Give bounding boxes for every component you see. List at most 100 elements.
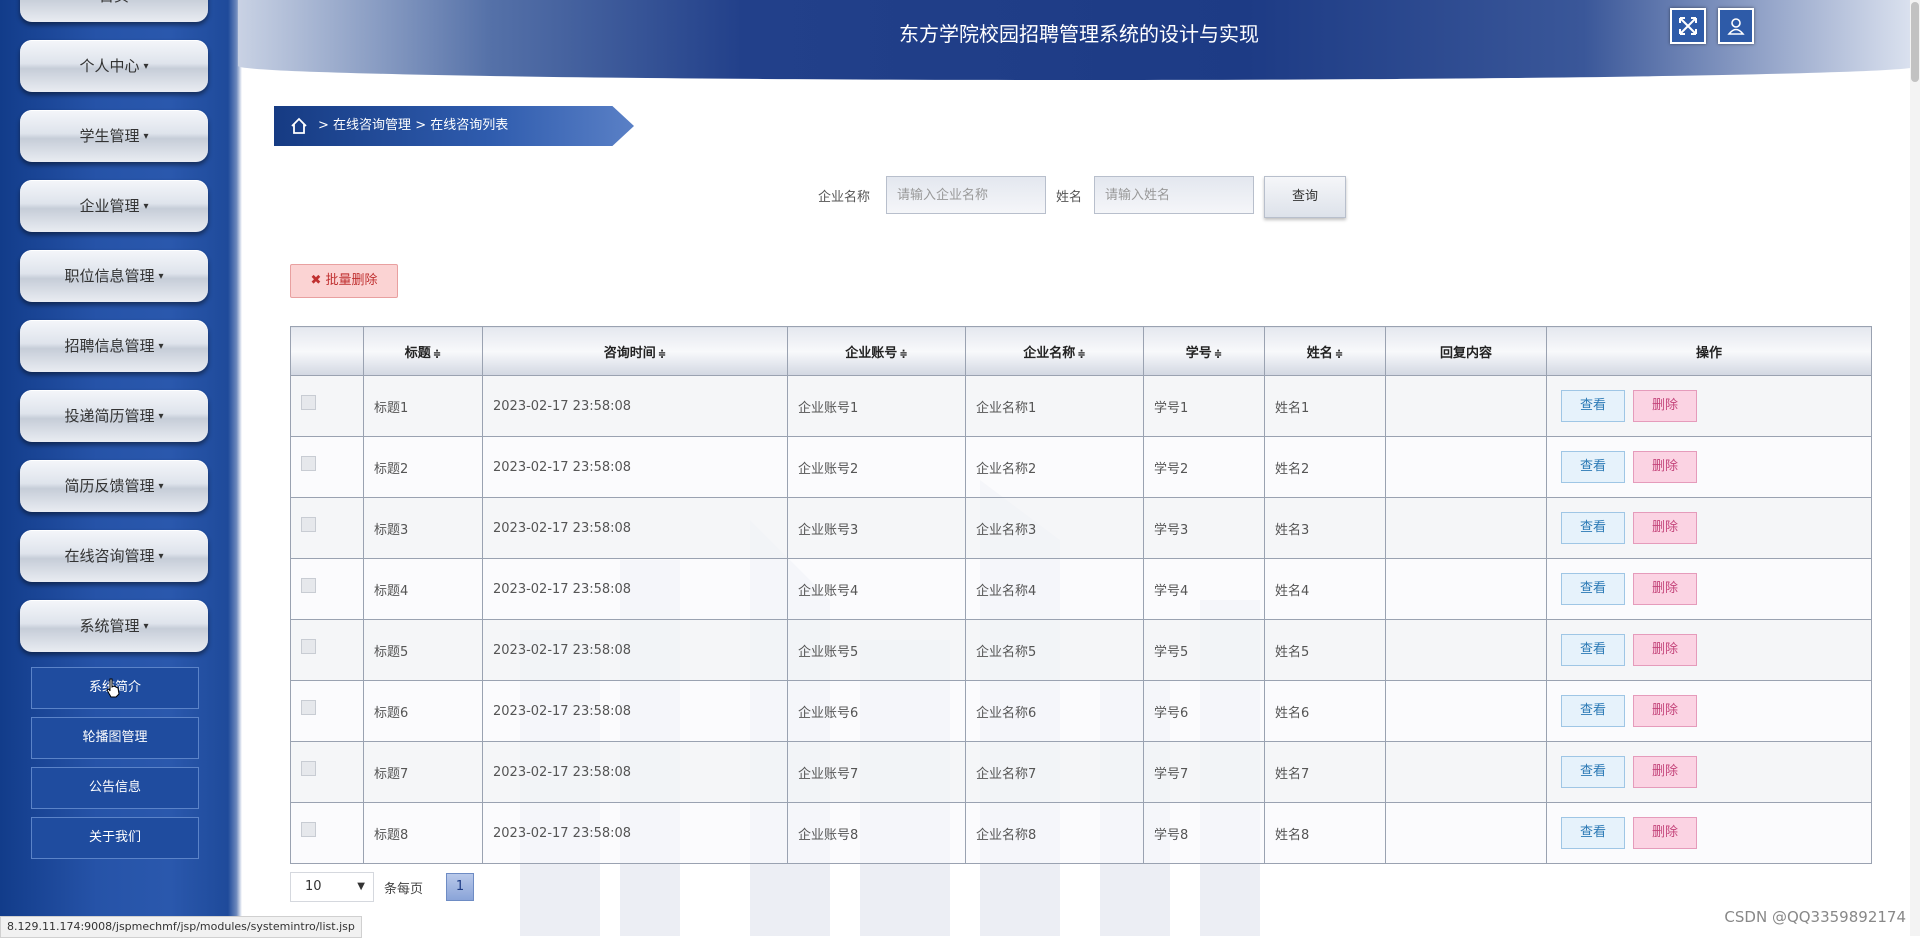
column-header-student-id[interactable]: 学号 ≑ bbox=[1143, 326, 1265, 376]
cell-title: 标题3 bbox=[363, 497, 483, 559]
view-button[interactable]: 查看 bbox=[1561, 634, 1625, 666]
name-input[interactable] bbox=[1094, 176, 1254, 214]
row-checkbox[interactable] bbox=[301, 394, 316, 410]
menu-online-consult-management[interactable]: 在线咨询管理 ▾ bbox=[20, 530, 208, 582]
cell-account: 企业账号7 bbox=[787, 741, 966, 803]
column-header-time[interactable]: 咨询时间 ≑ bbox=[482, 326, 788, 376]
row-checkbox[interactable] bbox=[301, 638, 316, 654]
cell-title: 标题1 bbox=[363, 375, 483, 437]
view-button[interactable]: 查看 bbox=[1561, 756, 1625, 788]
delete-button[interactable]: 删除 bbox=[1633, 634, 1697, 666]
cell-account: 企业账号3 bbox=[787, 497, 966, 559]
delete-button[interactable]: 删除 bbox=[1633, 695, 1697, 727]
column-header-account[interactable]: 企业账号 ≑ bbox=[787, 326, 966, 376]
cell-company: 企业名称2 bbox=[965, 436, 1144, 498]
view-button[interactable]: 查看 bbox=[1561, 817, 1625, 849]
scrollbar[interactable] bbox=[1910, 0, 1920, 936]
cell-account: 企业账号2 bbox=[787, 436, 966, 498]
table-row: 标题8 2023-02-17 23:58:08 企业账号8 企业名称8 学号8 … bbox=[290, 802, 1872, 864]
search-button[interactable]: 查询 bbox=[1264, 176, 1346, 218]
table-row: 标题6 2023-02-17 23:58:08 企业账号6 企业名称6 学号6 … bbox=[290, 680, 1872, 742]
row-checkbox[interactable] bbox=[301, 455, 316, 471]
delete-button[interactable]: 删除 bbox=[1633, 817, 1697, 849]
page-size-value: 10 bbox=[305, 879, 322, 894]
table-row: 标题7 2023-02-17 23:58:08 企业账号7 企业名称7 学号7 … bbox=[290, 741, 1872, 803]
caret-down-icon: ▾ bbox=[143, 200, 149, 212]
company-name-label: 企业名称 bbox=[818, 190, 871, 205]
cell-student-id: 学号7 bbox=[1143, 741, 1265, 803]
page-size-select[interactable]: 10 ▼ bbox=[290, 872, 374, 902]
menu-student-management[interactable]: 学生管理 ▾ bbox=[20, 110, 208, 162]
sort-icon: ≑ bbox=[1334, 348, 1344, 360]
view-button[interactable]: 查看 bbox=[1561, 573, 1625, 605]
cell-reply bbox=[1385, 802, 1547, 864]
cell-title: 标题4 bbox=[363, 558, 483, 620]
page-button-current[interactable]: 1 bbox=[446, 873, 474, 901]
caret-down-icon: ▾ bbox=[158, 480, 164, 492]
view-button[interactable]: 查看 bbox=[1561, 390, 1625, 422]
menu-label: 首页 bbox=[99, 0, 129, 5]
menu-position-management[interactable]: 职位信息管理 ▾ bbox=[20, 250, 208, 302]
header-banner: 东方学院校园招聘管理系统的设计与实现 bbox=[238, 0, 1920, 80]
view-button[interactable]: 查看 bbox=[1561, 512, 1625, 544]
batch-delete-button[interactable]: ✖ 批量删除 bbox=[290, 264, 398, 298]
submenu-about-us[interactable]: 关于我们 bbox=[31, 817, 199, 859]
scrollbar-thumb[interactable] bbox=[1911, 2, 1919, 82]
menu-label: 学生管理 bbox=[79, 127, 140, 145]
row-checkbox[interactable] bbox=[301, 577, 316, 593]
menu-company-management[interactable]: 企业管理 ▾ bbox=[20, 180, 208, 232]
batch-delete-label: 批量删除 bbox=[325, 273, 378, 288]
cell-time: 2023-02-17 23:58:08 bbox=[482, 497, 788, 559]
view-button[interactable]: 查看 bbox=[1561, 695, 1625, 727]
delete-button[interactable]: 删除 bbox=[1633, 390, 1697, 422]
row-checkbox[interactable] bbox=[301, 760, 316, 776]
caret-down-icon: ▾ bbox=[143, 60, 149, 72]
column-header-company[interactable]: 企业名称 ≑ bbox=[965, 326, 1144, 376]
cell-name: 姓名6 bbox=[1264, 680, 1386, 742]
cell-time: 2023-02-17 23:58:08 bbox=[482, 436, 788, 498]
home-icon[interactable] bbox=[290, 117, 308, 135]
fullscreen-icon[interactable] bbox=[1670, 8, 1706, 44]
caret-down-icon: ▾ bbox=[143, 130, 149, 142]
row-checkbox[interactable] bbox=[301, 821, 316, 837]
cell-name: 姓名2 bbox=[1264, 436, 1386, 498]
sort-icon: ≑ bbox=[657, 348, 667, 360]
cell-account: 企业账号5 bbox=[787, 619, 966, 681]
delete-button[interactable]: 删除 bbox=[1633, 451, 1697, 483]
breadcrumb-item-consult-management[interactable]: 在线咨询管理 bbox=[333, 118, 411, 133]
menu-label: 投递简历管理 bbox=[64, 407, 155, 425]
menu-personal-center[interactable]: 个人中心 ▾ bbox=[20, 40, 208, 92]
menu-label: 个人中心 bbox=[79, 57, 140, 75]
submenu-announcements[interactable]: 公告信息 bbox=[31, 767, 199, 809]
menu-home[interactable]: 首页 bbox=[20, 0, 208, 22]
delete-button[interactable]: 删除 bbox=[1633, 756, 1697, 788]
cell-time: 2023-02-17 23:58:08 bbox=[482, 375, 788, 437]
menu-label: 在线咨询管理 bbox=[64, 547, 155, 565]
caret-down-icon: ▾ bbox=[158, 340, 164, 352]
delete-button[interactable]: 删除 bbox=[1633, 512, 1697, 544]
sort-icon: ≑ bbox=[899, 348, 908, 360]
cell-student-id: 学号4 bbox=[1143, 558, 1265, 620]
menu-recruitment-management[interactable]: 招聘信息管理 ▾ bbox=[20, 320, 208, 372]
column-header-name[interactable]: 姓名 ≑ bbox=[1264, 326, 1386, 376]
menu-resume-delivery-management[interactable]: 投递简历管理 ▾ bbox=[20, 390, 208, 442]
select-all-header[interactable] bbox=[290, 326, 364, 376]
menu-system-management[interactable]: 系统管理 ▾ bbox=[20, 600, 208, 652]
hand-cursor-icon bbox=[106, 678, 120, 698]
cell-account: 企业账号8 bbox=[787, 802, 966, 864]
table-row: 标题4 2023-02-17 23:58:08 企业账号4 企业名称4 学号4 … bbox=[290, 558, 1872, 620]
row-checkbox[interactable] bbox=[301, 699, 316, 715]
company-name-input[interactable] bbox=[886, 176, 1046, 214]
delete-button[interactable]: 删除 bbox=[1633, 573, 1697, 605]
user-icon[interactable] bbox=[1718, 8, 1754, 44]
view-button[interactable]: 查看 bbox=[1561, 451, 1625, 483]
submenu-label: 关于我们 bbox=[88, 830, 141, 845]
menu-resume-feedback-management[interactable]: 简历反馈管理 ▾ bbox=[20, 460, 208, 512]
sort-icon: ≑ bbox=[432, 348, 442, 360]
cell-company: 企业名称3 bbox=[965, 497, 1144, 559]
column-header-title[interactable]: 标题 ≑ bbox=[363, 326, 483, 376]
cell-student-id: 学号2 bbox=[1143, 436, 1265, 498]
close-icon: ✖ bbox=[310, 273, 322, 288]
row-checkbox[interactable] bbox=[301, 516, 316, 532]
submenu-carousel-management[interactable]: 轮播图管理 bbox=[31, 717, 199, 759]
